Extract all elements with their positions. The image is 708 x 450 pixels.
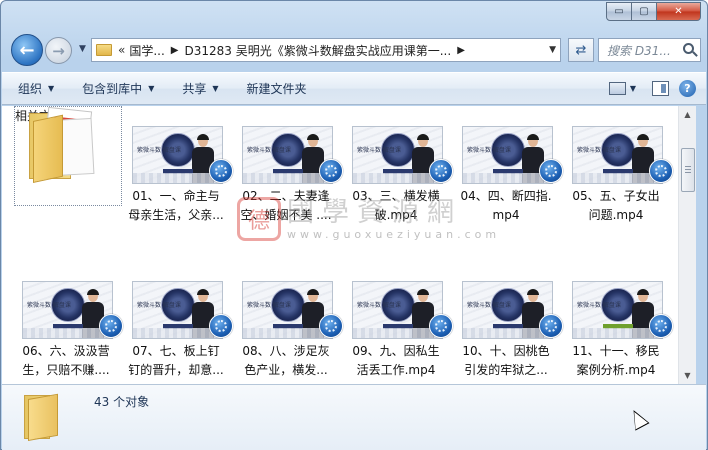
folder-item-related-files[interactable]: 相关文件: [14, 106, 122, 206]
chevron-down-icon: ▼: [148, 84, 155, 93]
media-player-icon: [319, 314, 343, 338]
thumbnail-course-title: 紫微斗数 解盘课: [247, 147, 291, 154]
folder-icon: [29, 106, 99, 183]
minimize-icon: ▭: [614, 6, 624, 17]
file-name-label: 09、九、因私生 活丢工作.mp4: [352, 344, 440, 377]
refresh-icon: ⇄: [575, 42, 587, 58]
thumbnail-course-title: 紫微斗数 解盘课: [357, 147, 401, 154]
media-player-icon: [649, 159, 673, 183]
file-name-label: 10、十、因桃色 引发的牢狱之...: [462, 344, 550, 377]
thumbnail-course-title: 紫微斗数 解盘课: [27, 302, 71, 309]
object-count: 43 个对象: [94, 395, 150, 409]
refresh-button[interactable]: ⇄: [568, 38, 594, 62]
minimize-button[interactable]: ▭: [606, 2, 632, 21]
new-folder-button[interactable]: 新建文件夹: [247, 80, 307, 97]
breadcrumb-overflow-chevron[interactable]: «: [118, 43, 125, 57]
media-player-icon: [429, 159, 453, 183]
file-name-label: 05、五、子女出 问题.mp4: [572, 189, 660, 222]
command-bar: 组织 ▼ 包含到库中 ▼ 共享 ▼ 新建文件夹 ▼ ?: [2, 72, 706, 105]
close-button[interactable]: ✕: [657, 2, 701, 21]
explorer-window: ▭ ▢ ✕ ← → ▼ « 国学... ▶ D31283 吴明光《紫微斗数解盘实…: [0, 0, 708, 450]
organize-label: 组织: [18, 82, 43, 96]
thumbnail-course-title: 紫微斗数 解盘课: [577, 302, 621, 309]
include-in-library-label: 包含到库中: [82, 82, 143, 96]
media-player-icon: [319, 159, 343, 183]
media-player-icon: [649, 314, 673, 338]
back-arrow-icon: ←: [19, 39, 35, 61]
thumbnail-course-title: 紫微斗数 解盘课: [577, 147, 621, 154]
details-pane: 43 个对象: [2, 384, 706, 450]
search-placeholder: 搜索 D31...: [607, 43, 671, 58]
folder-icon: [96, 44, 112, 56]
file-name-label: 03、三、横发横 破.mp4: [352, 189, 440, 222]
share-label: 共享: [182, 82, 207, 96]
file-name-label: 07、七、板上钉 钉的晋升，却意...: [128, 344, 224, 377]
scrollbar-thumb[interactable]: [681, 148, 695, 192]
maximize-icon: ▢: [639, 6, 649, 17]
thumbnail-course-title: 紫微斗数 解盘课: [137, 147, 181, 154]
file-name-label: 02、二、夫妻逢 空、婚姻不美 ....: [240, 189, 332, 222]
file-name-label: 04、四、断四指. mp4: [460, 189, 552, 222]
new-folder-label: 新建文件夹: [246, 82, 307, 96]
thumbnail-course-title: 紫微斗数 解盘课: [137, 302, 181, 309]
media-player-icon: [539, 314, 563, 338]
file-name-label: 08、八、涉足灰 色产业，横发...: [242, 344, 330, 377]
scroll-down-arrow-icon[interactable]: ▼: [679, 367, 696, 384]
address-dropdown-icon[interactable]: ▼: [549, 45, 556, 55]
search-input[interactable]: 搜索 D31...: [598, 38, 701, 62]
file-name-label: 06、六、汲汲营 生，只赔不赚....: [22, 344, 110, 377]
thumbnail-course-title: 紫微斗数 解盘课: [357, 302, 401, 309]
help-icon[interactable]: ?: [679, 80, 696, 97]
preview-pane-icon[interactable]: [652, 81, 669, 96]
chevron-down-icon: ▼: [212, 84, 219, 93]
view-options-dropdown-icon[interactable]: ▼: [630, 84, 636, 93]
change-view-icon[interactable]: [608, 82, 626, 95]
file-list-pane: 相关文件 紫微斗数 解盘课 01、一、命主与 母亲生活，父亲... 紫微斗数 解…: [2, 106, 678, 384]
thumbnail-course-title: 紫微斗数 解盘课: [467, 302, 511, 309]
breadcrumb-separator-icon[interactable]: ▶: [457, 45, 465, 56]
media-player-icon: [429, 314, 453, 338]
forward-button[interactable]: →: [45, 37, 72, 64]
scroll-up-arrow-icon[interactable]: ▲: [679, 106, 696, 123]
forward-arrow-icon: →: [52, 41, 65, 60]
navigation-bar: ← → ▼ « 国学... ▶ D31283 吴明光《紫微斗数解盘实战应用课第一…: [9, 34, 701, 66]
chevron-down-icon: ▼: [48, 84, 55, 93]
organize-menu-button[interactable]: 组织 ▼: [18, 80, 54, 97]
breadcrumb-item[interactable]: 国学...: [129, 42, 164, 59]
back-button[interactable]: ←: [11, 34, 43, 66]
address-bar[interactable]: « 国学... ▶ D31283 吴明光《紫微斗数解盘实战应用课第一... ▶ …: [91, 38, 561, 62]
breadcrumb-separator-icon[interactable]: ▶: [171, 45, 179, 56]
media-player-icon: [209, 159, 233, 183]
folder-icon: [24, 391, 68, 441]
thumbnail-course-title: 紫微斗数 解盘课: [247, 302, 291, 309]
file-name-label: 01、一、命主与 母亲生活，父亲...: [128, 189, 224, 222]
caption-buttons: ▭ ▢ ✕: [606, 2, 701, 21]
share-button[interactable]: 共享 ▼: [182, 80, 218, 97]
media-player-icon: [99, 314, 123, 338]
recent-pages-dropdown[interactable]: ▼: [79, 44, 86, 54]
close-icon: ✕: [674, 6, 683, 17]
toolbar-right-group: ▼ ?: [608, 80, 696, 97]
file-name-label: 11、十一、移民 案例分析.mp4: [572, 344, 660, 377]
media-player-icon: [209, 314, 233, 338]
media-player-icon: [539, 159, 563, 183]
thumbnail-course-title: 紫微斗数 解盘课: [467, 147, 511, 154]
include-in-library-button[interactable]: 包含到库中 ▼: [82, 80, 154, 97]
maximize-button[interactable]: ▢: [632, 2, 657, 21]
breadcrumb-item[interactable]: D31283 吴明光《紫微斗数解盘实战应用课第一...: [185, 42, 452, 59]
search-icon[interactable]: [683, 43, 694, 54]
vertical-scrollbar[interactable]: ▲ ▼: [678, 106, 696, 384]
